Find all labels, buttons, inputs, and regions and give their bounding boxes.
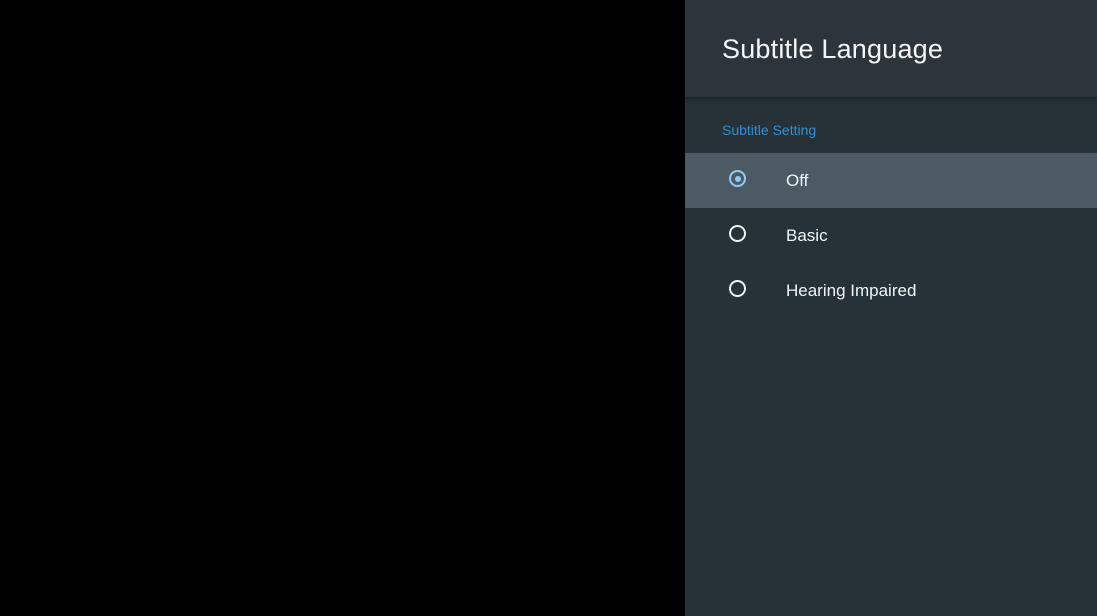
radio-unchecked-icon (729, 280, 746, 297)
subtitle-options-list: Off Basic Hearing Impaired (685, 153, 1097, 318)
radio-checked-icon (729, 170, 746, 187)
panel-header: Subtitle Language (685, 0, 1097, 97)
tv-screen: Subtitle Language Subtitle Setting Off B… (0, 0, 1097, 616)
option-label: Hearing Impaired (786, 281, 917, 300)
option-label: Basic (786, 226, 828, 245)
option-off[interactable]: Off (685, 153, 1097, 208)
option-label: Off (786, 171, 809, 190)
panel-title: Subtitle Language (722, 34, 944, 64)
video-area (0, 0, 685, 616)
option-basic[interactable]: Basic (685, 208, 1097, 263)
section-label: Subtitle Setting (722, 122, 817, 138)
option-hearing-impaired[interactable]: Hearing Impaired (685, 263, 1097, 318)
subtitle-language-panel: Subtitle Language Subtitle Setting Off B… (685, 0, 1097, 616)
radio-unchecked-icon (729, 225, 746, 242)
radio-dot (734, 175, 741, 182)
